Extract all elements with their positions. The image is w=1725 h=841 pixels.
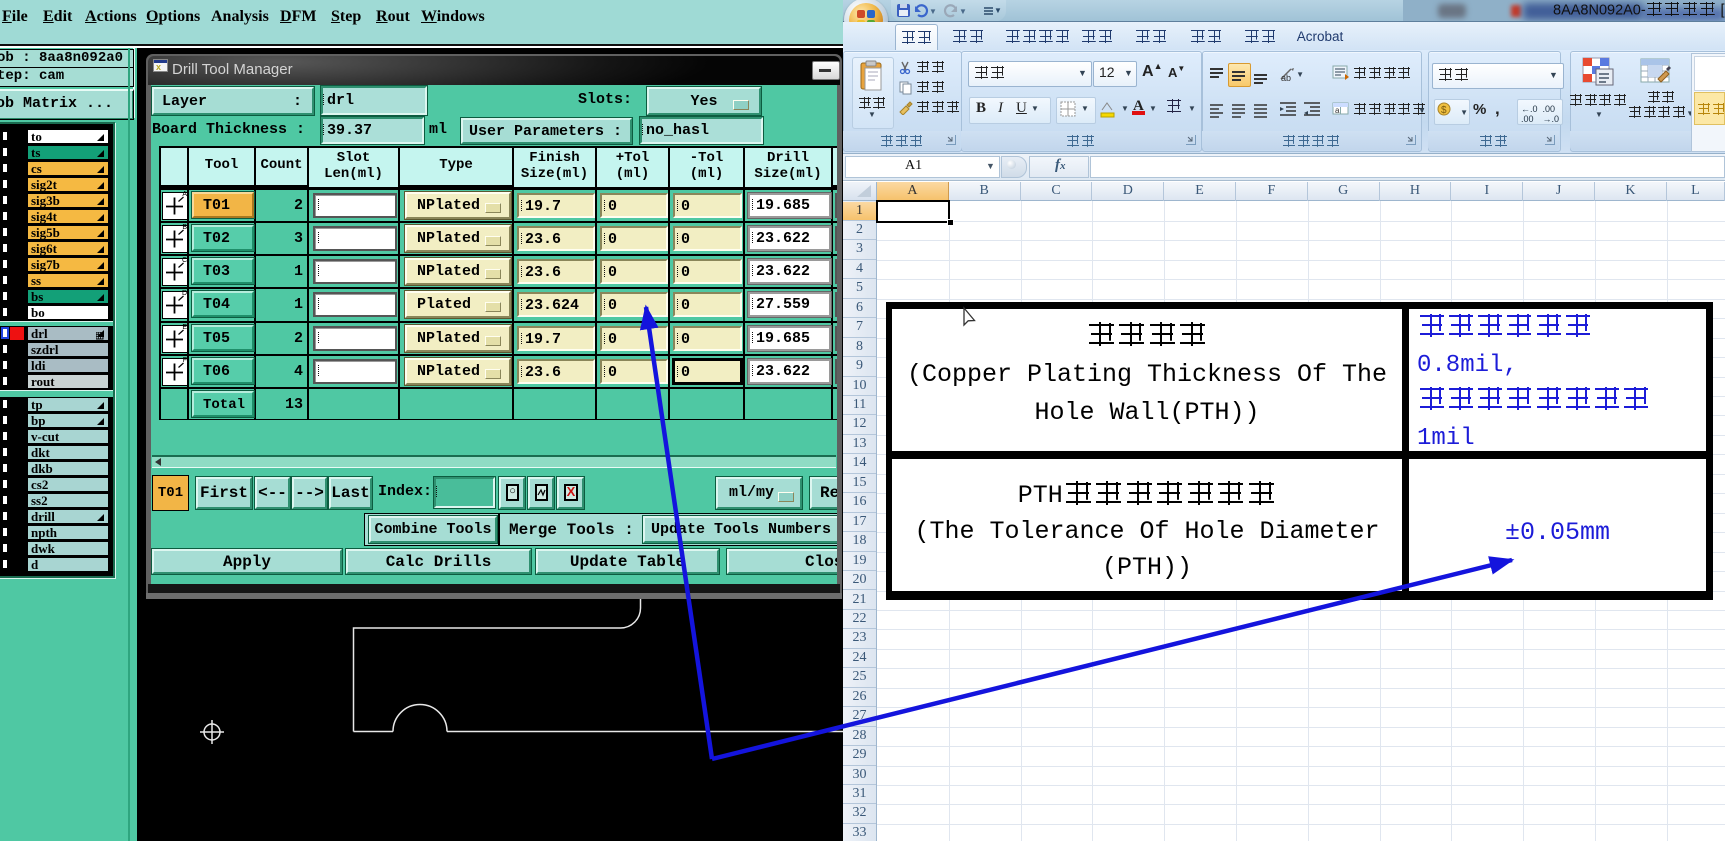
svg-text:ab: ab: [1281, 73, 1291, 83]
svg-text:a: a: [1335, 106, 1340, 115]
svg-text:$: $: [1441, 105, 1447, 116]
